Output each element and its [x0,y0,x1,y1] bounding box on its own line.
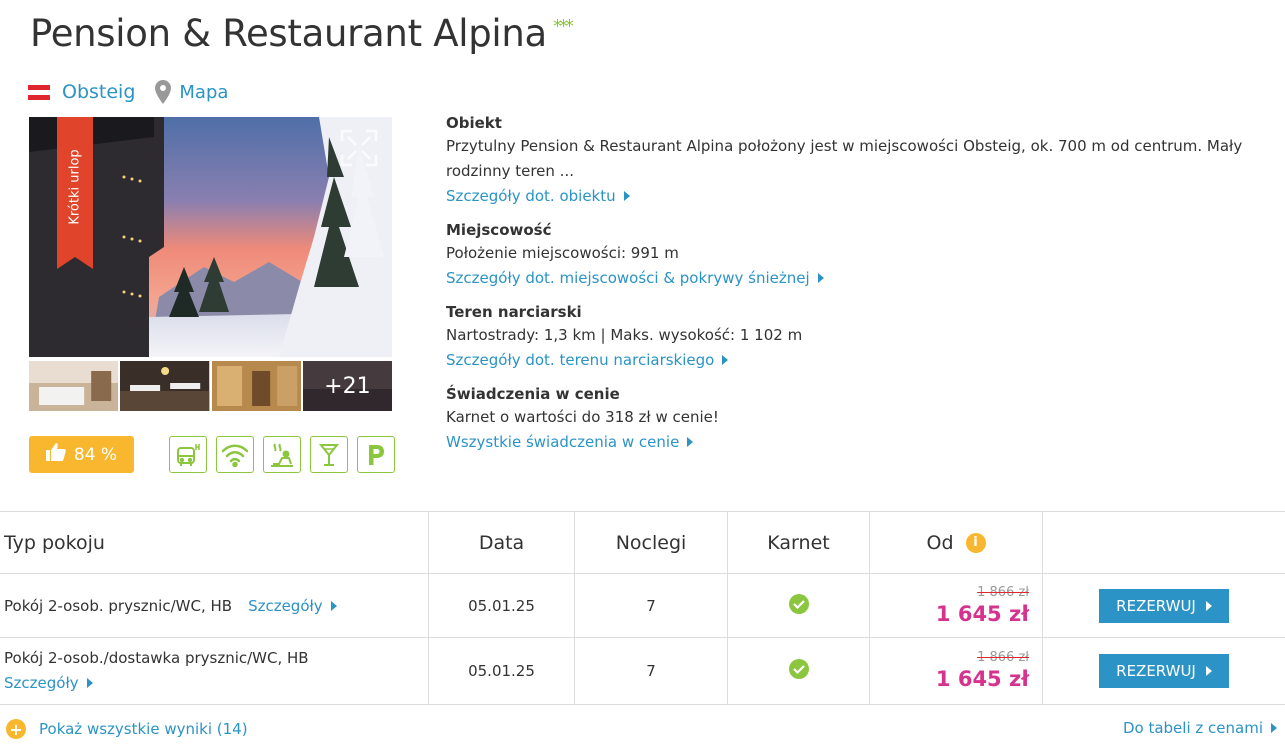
room-cell: Pokój 2-osob./dostawka prysznic/WC, HB S… [0,638,429,704]
section-text: Karnet o wartości do 318 zł w cenie! [446,408,719,426]
current-price: 1 645 zł [935,601,1029,626]
section-text: Przytulny Pension & Restaurant Alpina po… [446,137,1243,180]
header-room-type: Typ pokoju [0,512,429,573]
old-price: 1 866 zł [977,650,1029,665]
arrow-right-icon [330,600,337,611]
arrow-right-icon [1271,723,1277,733]
map-link[interactable]: Mapa [179,82,228,103]
arrow-right-icon [817,273,824,283]
header-date: Data [429,512,575,573]
arrow-right-icon [687,437,694,447]
thumbnail-interior[interactable] [211,361,301,411]
more-photos-count: +21 [302,361,392,411]
expand-gallery-icon[interactable] [340,129,378,171]
rating-badge: 84 % [29,436,134,473]
star-rating: *** [552,16,574,37]
show-all-label: Pokaż wszystkie wyniki (14) [39,720,248,738]
thumbnail-more-photos[interactable]: +21 [302,361,392,411]
arrow-right-icon [1205,600,1212,611]
section-miejscowosc: Miejscowość Położenie miejscowości: 991 … [446,220,1266,291]
book-button[interactable]: REZERWUJ [1099,588,1229,623]
main-hotel-photo[interactable]: Krótki urlop [29,117,392,357]
location-link[interactable]: Obsteig [62,81,135,103]
header-price-from: Od i [870,512,1043,573]
check-icon [788,658,810,684]
hotel-name: Pension & Restaurant Alpina [30,12,547,55]
rating-value: 84 % [73,444,118,465]
section-title: Obiekt [446,114,502,132]
section-swiadczenia: Świadczenia w cenie Karnet o wartości do… [446,384,1266,455]
header-ski-pass: Karnet [728,512,870,573]
section-teren: Teren narciarski Nartostrady: 1,3 km | M… [446,302,1266,373]
section-obiekt: Obiekt Przytulny Pension & Restaurant Al… [446,113,1266,209]
offers-table: Typ pokoju Data Noclegi Karnet Od i Pokój… [0,511,1285,705]
action-cell: REZERWUJ [1043,638,1285,704]
room-name: Pokój 2-osob./dostawka prysznic/WC, HB [4,649,309,667]
map-pin-icon [155,80,172,104]
hotel-title: Pension & Restaurant Alpina *** [30,12,574,55]
header-empty [1043,512,1285,573]
header-nights: Noclegi [575,512,728,573]
section-title: Miejscowość [446,221,552,239]
info-icon[interactable]: i [965,532,986,553]
location-row: Obsteig Mapa [28,78,228,106]
thumbs-up-icon [45,443,66,466]
room-name: Pokój 2-osob. prysznic/WC, HB [4,596,233,615]
action-cell: REZERWUJ [1043,574,1285,637]
ski-area-details-link[interactable]: Szczegóły dot. terenu narciarskiego [446,348,729,373]
ski-pass-cell [728,638,870,704]
bar-icon [310,436,348,473]
short-stay-label: Krótki urlop [67,149,83,225]
nights-cell: 7 [575,638,728,704]
price-table-link[interactable]: Do tabeli z cenami [1123,719,1277,737]
show-all-results-link[interactable]: + Pokaż wszystkie wyniki (14) [6,719,248,739]
current-price: 1 645 zł [935,667,1029,691]
sauna-icon [263,436,301,473]
arrow-right-icon [86,678,93,688]
section-title: Teren narciarski [446,303,582,321]
old-price: 1 866 zł [977,584,1029,600]
arrow-right-icon [1205,666,1212,676]
austria-flag-icon [28,84,50,100]
amenities-list [169,436,395,473]
room-details-link[interactable]: Szczegóły [4,671,93,696]
room-cell: Pokój 2-osob. prysznic/WC, HB Szczegóły [0,574,429,637]
plus-icon: + [6,719,26,739]
thumbnail-restaurant[interactable] [120,361,210,411]
table-header: Typ pokoju Data Noclegi Karnet Od i [0,512,1285,574]
parking-icon [357,436,395,473]
nights-cell: 7 [575,574,728,637]
book-button[interactable]: REZERWUJ [1099,654,1229,688]
thumbnail-bedroom[interactable] [29,361,119,411]
section-text: Położenie miejscowości: 991 m [446,244,679,262]
table-row: Pokój 2-osob./dostawka prysznic/WC, HB S… [0,638,1285,705]
property-details-link[interactable]: Szczegóły dot. obiektu [446,184,630,209]
arrow-right-icon [623,191,630,201]
table-row: Pokój 2-osob. prysznic/WC, HB Szczegóły … [0,574,1285,638]
room-details-link[interactable]: Szczegóły [248,597,337,615]
price-cell: 1 866 zł 1 645 zł [870,574,1043,637]
photo-thumbnails: +21 [29,361,392,411]
location-details-link[interactable]: Szczegóły dot. miejscowości & pokrywy śn… [446,266,824,291]
date-cell: 05.01.25 [429,638,575,704]
bus-icon [169,436,207,473]
arrow-right-icon [722,355,729,365]
ski-pass-cell [728,574,870,637]
wifi-icon [216,436,254,473]
section-text: Nartostrady: 1,3 km | Maks. wysokość: 1 … [446,326,803,344]
check-icon [788,593,810,619]
price-cell: 1 866 zł 1 645 zł [870,638,1043,704]
date-cell: 05.01.25 [429,574,575,637]
section-title: Świadczenia w cenie [446,385,620,403]
hotel-info: Obiekt Przytulny Pension & Restaurant Al… [446,113,1266,466]
included-services-link[interactable]: Wszystkie świadczenia w cenie [446,430,694,455]
